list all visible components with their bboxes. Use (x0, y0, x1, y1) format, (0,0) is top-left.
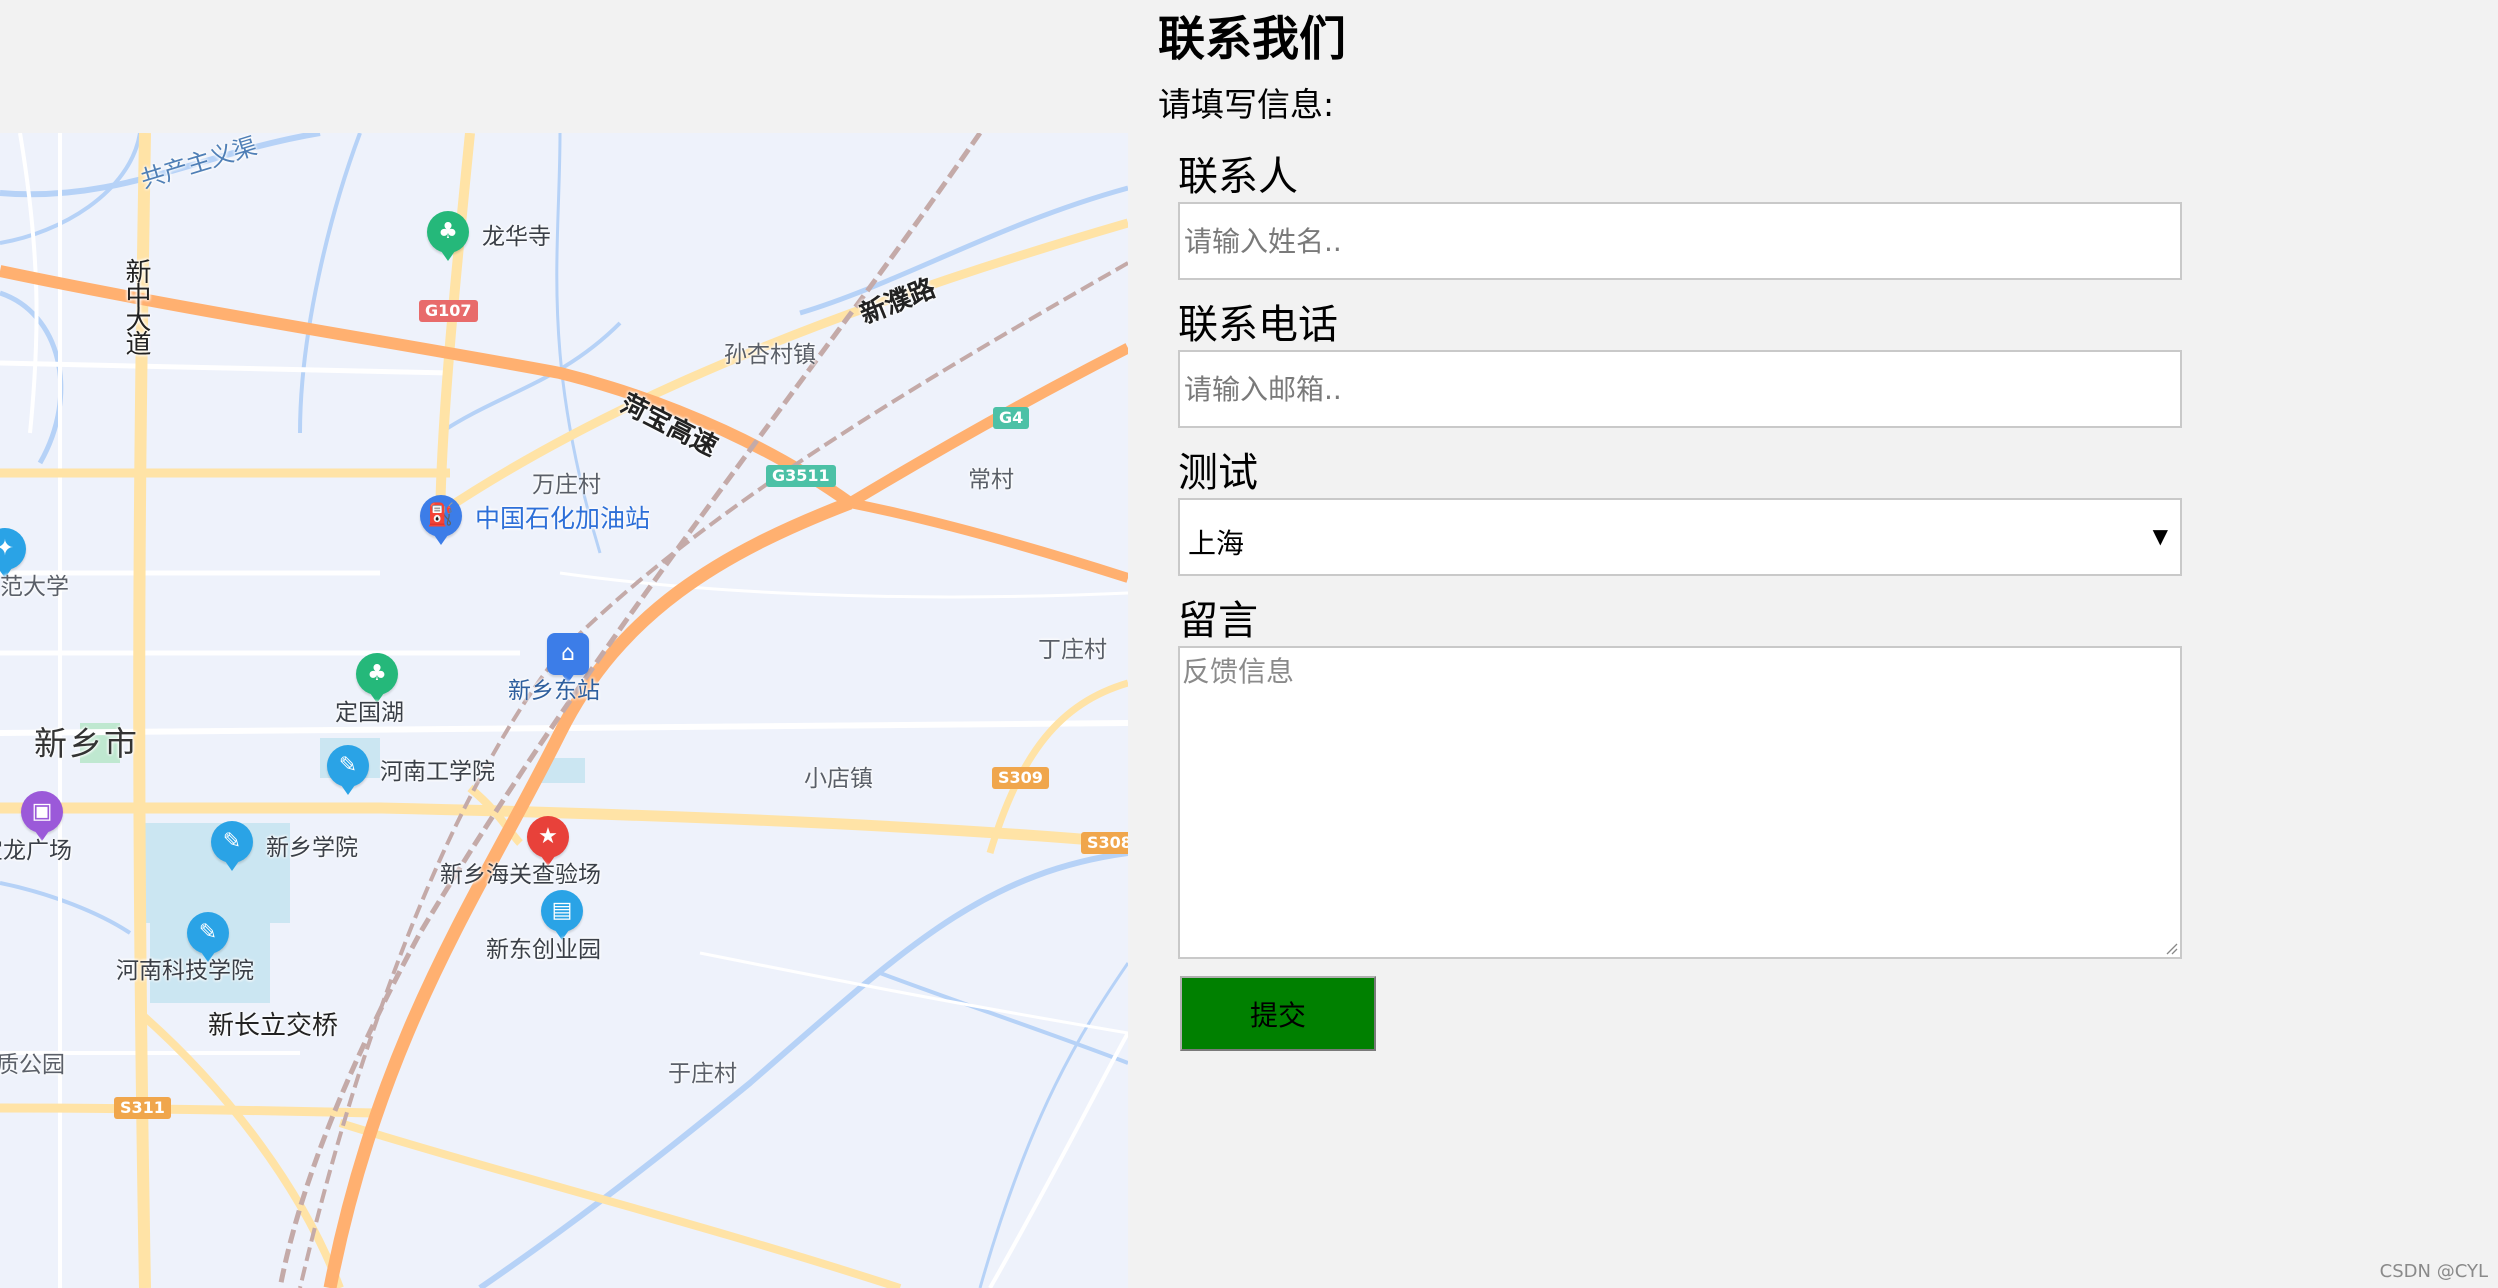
test-select[interactable]: 上海 ▼ (1178, 498, 2182, 576)
xinxiangdong-label: 新乡东站 (508, 678, 600, 704)
page-title: 联系我们 (1158, 12, 1346, 67)
university-label: 范大学 (0, 574, 69, 600)
g107-shield: G107 (419, 300, 478, 322)
submit-button[interactable]: 提交 (1180, 976, 1376, 1051)
watermark: CSDN @CYL (2379, 1261, 2488, 1282)
phone-label: 联系电话 (1178, 302, 1338, 348)
gas-station-pin-icon[interactable]: ⛽ (420, 495, 462, 545)
henangongxue-pin-icon[interactable]: ✎ (327, 745, 369, 795)
wanzhuang-label: 万庄村 (532, 472, 601, 498)
name-label: 联系人 (1178, 154, 1298, 200)
xinxiangxueyuan-pin-icon[interactable]: ✎ (211, 821, 253, 871)
dingguohu-label: 定国湖 (335, 700, 404, 726)
s311-shield: S311 (114, 1097, 171, 1119)
dropdown-arrow-icon: ▼ (2152, 524, 2168, 548)
xiaodian-label: 小店镇 (804, 766, 873, 792)
form-intro: 请填写信息: (1158, 85, 1335, 124)
industrial-park-pin-icon[interactable]: ▤ (541, 890, 583, 940)
g4-shield: G4 (993, 407, 1030, 429)
baolong-label: 宝龙广场 (0, 838, 72, 864)
changcun-label: 常村 (968, 467, 1014, 493)
message-label: 留言 (1178, 598, 1258, 644)
message-placeholder: 反馈信息 (1182, 655, 1295, 688)
message-textarea[interactable]: 反馈信息 (1178, 646, 2182, 959)
yuzhuang-label: 于庄村 (668, 1061, 737, 1087)
xinzhong-road-label: 新中大道 (121, 258, 151, 354)
phone-input[interactable] (1178, 350, 2182, 428)
test-select-value: 上海 (1188, 527, 1245, 560)
longhuasi-pin-icon[interactable]: ♣ (427, 211, 469, 261)
henankeji-label: 河南科技学院 (116, 958, 254, 984)
park-label: 质公园 (0, 1052, 65, 1078)
station-pin-icon[interactable]: ⌂ (547, 633, 589, 683)
xinxiangxueyuan-label: 新乡学院 (266, 835, 358, 861)
s308-shield: S308 (1081, 832, 1128, 854)
customs-label: 新乡海关查验场 (440, 862, 601, 888)
customs-pin-icon[interactable]: ★ (527, 816, 569, 866)
dingguohu-pin-icon[interactable]: ♣ (356, 653, 398, 703)
mall-pin-icon[interactable]: ▣ (21, 791, 63, 841)
map[interactable]: G107 G4 G3511 S309 S308 S311 ♣ ⛽ ✦ ♣ ⌂ ✎… (0, 133, 1128, 1288)
henangongxue-label: 河南工学院 (380, 759, 495, 785)
sinopec-label: 中国石化加油站 (475, 504, 651, 533)
resize-grip-icon[interactable] (2164, 941, 2178, 955)
sunxing-label: 孙杏村镇 (724, 342, 816, 368)
name-input[interactable] (1178, 202, 2182, 280)
g3511-shield: G3511 (766, 465, 836, 487)
city-label: 新乡市 (34, 724, 139, 763)
longhuasi-label: 龙华寺 (482, 224, 551, 250)
test-label: 测试 (1178, 450, 1258, 496)
s309-shield: S309 (992, 767, 1049, 789)
interchange-label: 新长立交桥 (208, 1011, 339, 1041)
henankeji-pin-icon[interactable]: ✎ (187, 912, 229, 962)
dingzhuang-label: 丁庄村 (1038, 637, 1107, 663)
industrial-park-label: 新东创业园 (486, 937, 601, 963)
